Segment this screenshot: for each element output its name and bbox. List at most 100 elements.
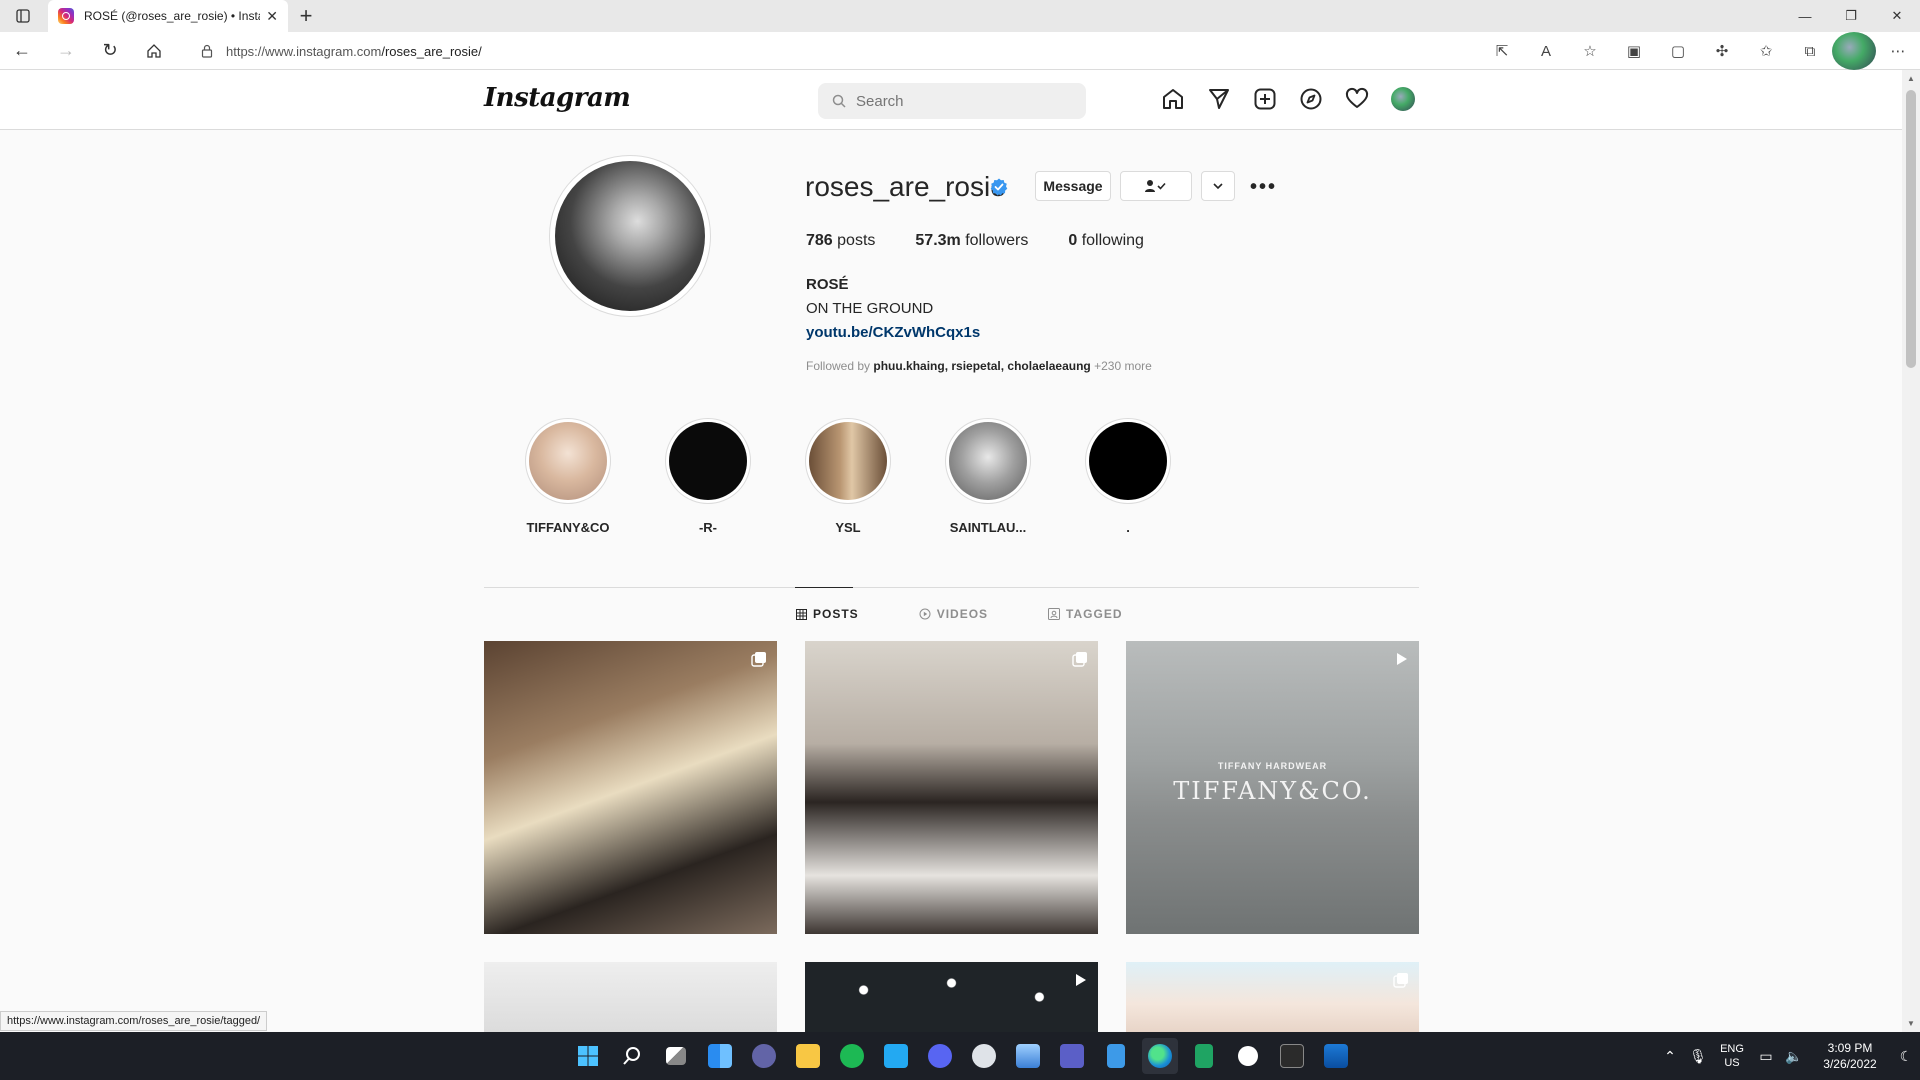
- highlight-item[interactable]: .: [1082, 418, 1174, 535]
- video-play-icon: [919, 608, 931, 620]
- extension-icon[interactable]: ▣: [1612, 32, 1656, 70]
- highlight-item[interactable]: SAINTLAU...: [942, 418, 1034, 535]
- focus-assist-icon[interactable]: ☾: [1892, 1048, 1920, 1065]
- explore-compass-icon[interactable]: [1298, 86, 1324, 112]
- microphone-icon[interactable]: 🎙: [1684, 1048, 1712, 1065]
- scrollbar-thumb[interactable]: [1906, 90, 1916, 368]
- collections-icon[interactable]: ⧉: [1788, 32, 1832, 70]
- url-path: /roses_are_rosie/: [381, 43, 482, 59]
- vertical-scrollbar[interactable]: ▲ ▼: [1902, 70, 1920, 1032]
- minimize-icon[interactable]: —: [1782, 0, 1828, 32]
- post-thumbnail[interactable]: TIFFANY HARDWEAR TIFFANY&CO.: [1126, 641, 1419, 934]
- favorite-star-icon[interactable]: ☆: [1568, 32, 1612, 70]
- widgets-button[interactable]: [702, 1038, 738, 1074]
- image-viewer-button[interactable]: [1318, 1038, 1354, 1074]
- extensions-puzzle-icon[interactable]: ✣: [1700, 32, 1744, 70]
- favorites-icon[interactable]: ✩: [1744, 32, 1788, 70]
- forward-button[interactable]: →: [44, 32, 88, 70]
- window-controls: — ❐ ✕: [1782, 0, 1920, 32]
- scroll-up-arrow-icon[interactable]: ▲: [1902, 74, 1920, 83]
- refresh-button[interactable]: ↻: [88, 32, 132, 70]
- browser-tab-active[interactable]: ROSÉ (@roses_are_rosie) • Instag ✕: [48, 0, 288, 32]
- restore-icon[interactable]: ❐: [1828, 0, 1874, 32]
- task-view-button[interactable]: [658, 1038, 694, 1074]
- search-input[interactable]: [856, 92, 1056, 110]
- read-aloud-icon[interactable]: A: [1524, 32, 1568, 70]
- url-field[interactable]: https://www.instagram.com/roses_are_rosi…: [190, 36, 1580, 66]
- new-tab-button[interactable]: +: [288, 0, 324, 32]
- notepad-button[interactable]: [1098, 1038, 1134, 1074]
- post-thumbnail[interactable]: [1126, 962, 1419, 1032]
- tab-videos[interactable]: VIDEOS: [919, 607, 988, 621]
- tab-posts[interactable]: POSTS: [796, 607, 859, 621]
- direct-messages-icon[interactable]: [1206, 86, 1232, 112]
- tab-tagged-label: TAGGED: [1066, 607, 1123, 621]
- profile-picture-ring[interactable]: [549, 155, 711, 317]
- post-overlay-big: TIFFANY&CO.: [1173, 777, 1372, 805]
- taskbar-search-icon: [623, 1047, 640, 1065]
- highlight-item[interactable]: YSL: [802, 418, 894, 535]
- language-bottom: US: [1724, 1057, 1740, 1069]
- followed-by-prefix: Followed by: [806, 359, 874, 373]
- teams-chat-button[interactable]: [746, 1038, 782, 1074]
- tray-chevron-up-icon[interactable]: ⌃: [1656, 1048, 1684, 1065]
- followed-by-line[interactable]: Followed by phuu.khaing, rsiepetal, chol…: [806, 359, 1152, 373]
- story-highlights: TIFFANY&CO -R- YSL SAINTLAU... .: [522, 418, 1174, 535]
- edge-button[interactable]: [1142, 1038, 1178, 1074]
- highlight-item[interactable]: TIFFANY&CO: [522, 418, 614, 535]
- vscode-button[interactable]: [878, 1038, 914, 1074]
- spotify-button[interactable]: [834, 1038, 870, 1074]
- terminal-button[interactable]: [1274, 1038, 1310, 1074]
- tab-title: ROSÉ (@roses_are_rosie) • Instag: [84, 9, 261, 23]
- scroll-down-arrow-icon[interactable]: ▼: [1902, 1019, 1920, 1028]
- file-explorer-button[interactable]: [790, 1038, 826, 1074]
- more-options-icon[interactable]: •••: [1250, 176, 1277, 199]
- tab-actions-button[interactable]: [0, 0, 46, 32]
- profile-box-icon[interactable]: ▢: [1656, 32, 1700, 70]
- taskbar-apps: [570, 1038, 1354, 1074]
- following-stat[interactable]: 0 following: [1068, 232, 1144, 250]
- url-text: https://www.instagram.com/roses_are_rosi…: [226, 44, 482, 59]
- following-button[interactable]: [1120, 171, 1192, 201]
- highlight-ring: [805, 418, 891, 504]
- tab-close-icon[interactable]: ✕: [266, 8, 278, 25]
- game-app-icon: [972, 1044, 996, 1068]
- start-button[interactable]: [570, 1038, 606, 1074]
- close-window-icon[interactable]: ✕: [1874, 0, 1920, 32]
- teams-button[interactable]: [1054, 1038, 1090, 1074]
- discord-icon: [928, 1044, 952, 1068]
- browser-avatar-icon[interactable]: [1832, 32, 1876, 70]
- instagram-logo[interactable]: Instagram: [484, 83, 631, 113]
- search-box[interactable]: [818, 83, 1086, 119]
- post-thumbnail[interactable]: [484, 962, 777, 1032]
- profile-avatar-button[interactable]: [1390, 86, 1416, 112]
- volume-icon[interactable]: 🔈: [1780, 1048, 1808, 1065]
- steam-button[interactable]: [966, 1038, 1002, 1074]
- highlight-item[interactable]: -R-: [662, 418, 754, 535]
- settings-more-icon[interactable]: ⋯: [1876, 32, 1920, 70]
- new-post-icon[interactable]: [1252, 86, 1278, 112]
- suggested-accounts-button[interactable]: [1201, 171, 1235, 201]
- post-thumbnail[interactable]: [805, 962, 1098, 1032]
- todo-button[interactable]: [1230, 1038, 1266, 1074]
- activity-heart-icon[interactable]: [1344, 86, 1370, 112]
- post-thumbnail[interactable]: [805, 641, 1098, 934]
- clock[interactable]: 3:09 PM 3/26/2022: [1808, 1040, 1892, 1072]
- open-in-app-icon[interactable]: ⇱: [1480, 32, 1524, 70]
- back-button[interactable]: ←: [0, 32, 44, 70]
- photos-button[interactable]: [1010, 1038, 1046, 1074]
- sheets-button[interactable]: [1186, 1038, 1222, 1074]
- message-button[interactable]: Message: [1035, 171, 1111, 201]
- tab-tagged[interactable]: TAGGED: [1048, 607, 1122, 621]
- bio-link[interactable]: youtu.be/CKZvWhCqx1s: [806, 324, 980, 341]
- home-button[interactable]: [132, 32, 176, 70]
- followers-stat[interactable]: 57.3m followers: [915, 232, 1028, 250]
- home-nav-icon[interactable]: [1160, 86, 1186, 112]
- instagram-header: Instagram: [0, 70, 1902, 130]
- post-thumbnail[interactable]: [484, 641, 777, 934]
- taskbar-search-button[interactable]: [614, 1038, 650, 1074]
- language-indicator[interactable]: ENG US: [1712, 1042, 1752, 1070]
- network-icon[interactable]: ▭: [1752, 1048, 1780, 1065]
- discord-button[interactable]: [922, 1038, 958, 1074]
- task-view-icon: [666, 1047, 686, 1065]
